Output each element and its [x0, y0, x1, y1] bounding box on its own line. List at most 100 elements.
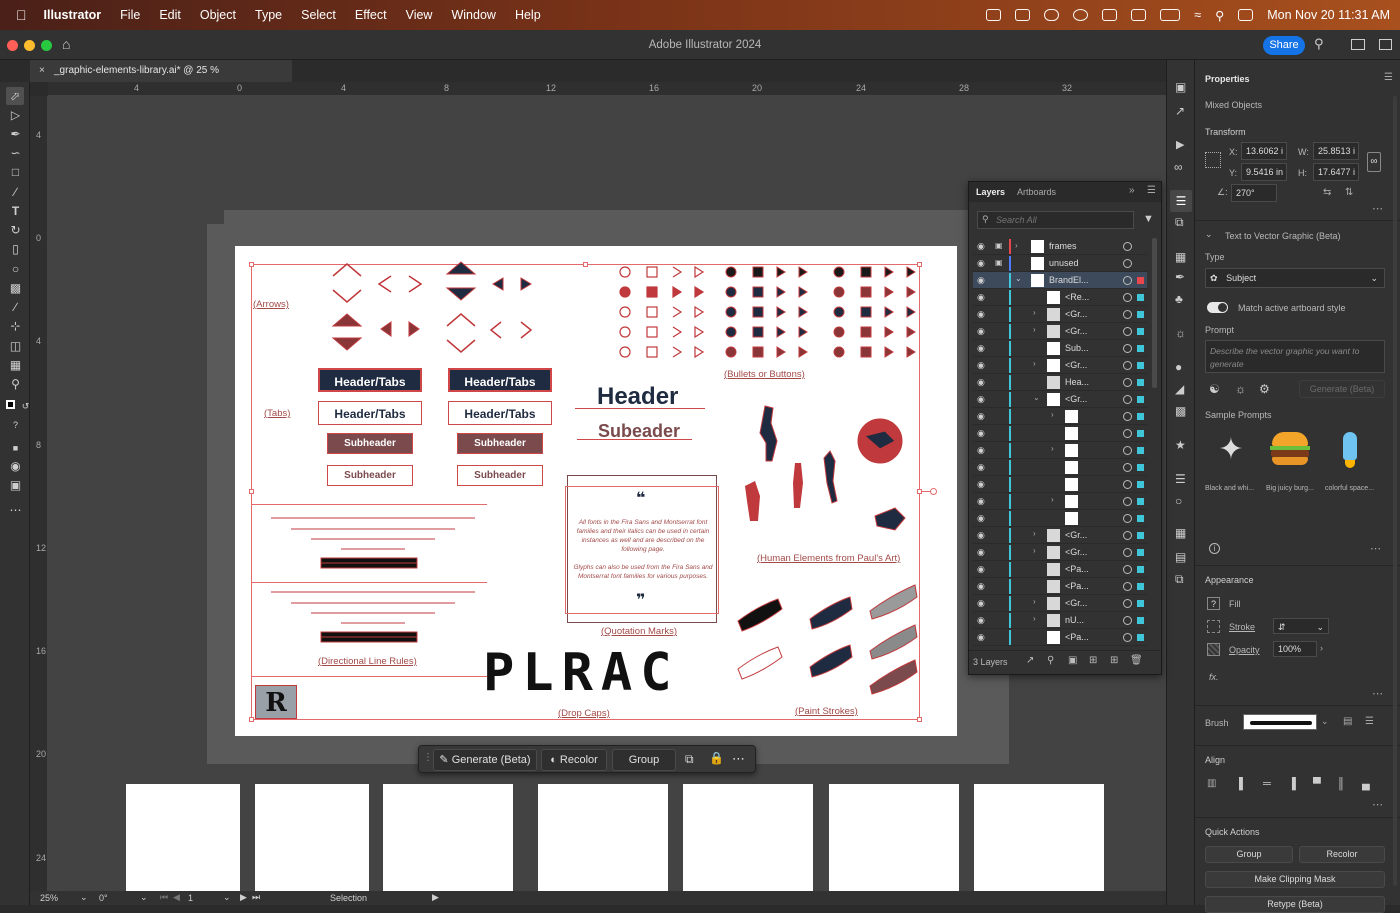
menu-effect[interactable]: Effect — [355, 8, 387, 22]
artboard-thumb-1[interactable] — [126, 784, 240, 891]
human-figures-graphic[interactable] — [735, 401, 925, 546]
sublayer-row[interactable]: ◉ <Pa... — [973, 629, 1147, 646]
main-artboard[interactable]: (Arrows) (Tabs) (Bullets or Buttons) (Hu… — [235, 246, 957, 736]
menu-help[interactable]: Help — [515, 8, 541, 22]
visibility-eye-icon[interactable]: ◉ — [977, 462, 987, 472]
sublayer-row[interactable]: ◉ — [973, 425, 1147, 442]
sublayer-name[interactable]: <Gr... — [1065, 530, 1087, 540]
brush-options-icon[interactable]: ▤ — [1343, 716, 1352, 727]
bbox-handle[interactable] — [249, 489, 254, 494]
selection-indicator[interactable] — [1137, 328, 1144, 335]
sublayer-row[interactable]: ◉ — [973, 510, 1147, 527]
fill-swatch-icon[interactable]: ? — [1207, 597, 1220, 610]
locate-object-icon[interactable]: ⚲ — [1047, 655, 1054, 666]
status-icon-6[interactable] — [1131, 9, 1147, 21]
sublayer-name[interactable]: <Gr... — [1065, 309, 1087, 319]
appearance-icon[interactable]: ★ — [1175, 438, 1186, 452]
layer-row-frames[interactable]: ◉ ▣ › frames — [973, 238, 1147, 255]
selection-indicator[interactable] — [1137, 515, 1144, 522]
clock[interactable]: Mon Nov 20 11:31 AM — [1267, 8, 1390, 22]
align-icon[interactable]: ▤ — [1175, 550, 1186, 564]
properties-title[interactable]: Properties — [1205, 74, 1250, 84]
arrange-icon[interactable]: ⧉ — [685, 752, 694, 767]
artboard-thumb-3[interactable] — [383, 784, 513, 891]
opacity-field[interactable]: 100% — [1273, 641, 1317, 657]
more-options-icon[interactable]: ⋯ — [732, 751, 745, 767]
menu-object[interactable]: Object — [200, 8, 236, 22]
status-icon-2[interactable] — [1015, 9, 1031, 21]
align-h-center-icon[interactable]: ═ — [1263, 778, 1271, 790]
match-style-toggle[interactable] — [1207, 302, 1228, 313]
layer-name[interactable]: BrandEl... — [1049, 275, 1089, 285]
links-panel-icon[interactable]: ∞ — [1174, 160, 1183, 174]
collapse-panel-icon[interactable]: » — [1129, 185, 1135, 196]
artboard-thumb-4[interactable] — [538, 784, 668, 891]
default-colors-icon[interactable]: ? — [9, 419, 22, 432]
sublayer-row[interactable]: ◉ › <Gr... — [973, 595, 1147, 612]
eraser-tool-icon[interactable]: ▯ — [9, 243, 22, 256]
effects-icon[interactable]: ☼ — [1235, 382, 1246, 396]
visibility-eye-icon[interactable]: ◉ — [977, 496, 987, 506]
big-header-text[interactable]: Header — [597, 383, 678, 411]
symbols-icon[interactable]: ♣ — [1175, 292, 1183, 306]
selection-indicator[interactable] — [1137, 430, 1144, 437]
visibility-eye-icon[interactable]: ◉ — [977, 479, 987, 489]
selection-indicator[interactable] — [1137, 583, 1144, 590]
layer-row-brandelements[interactable]: ◉ ⌄ BrandEl... — [973, 272, 1147, 289]
paint-strokes-graphic[interactable] — [730, 581, 925, 701]
sublayer-row[interactable]: ◉ › <Gr... — [973, 544, 1147, 561]
pen-tool-icon[interactable]: ✒ — [9, 128, 22, 141]
visibility-eye-icon[interactable]: ◉ — [977, 377, 987, 387]
target-circle-icon[interactable] — [1123, 412, 1132, 421]
stroke-swatch-icon[interactable] — [1207, 620, 1220, 633]
sublayer-row[interactable]: ◉ — [973, 459, 1147, 476]
stroke-weight-field[interactable]: ⇵ ⌄ — [1273, 618, 1329, 634]
color-icon[interactable]: ☼ — [1175, 326, 1186, 340]
sublayer-row[interactable]: ◉ › nU... — [973, 612, 1147, 629]
rotation-dropdown-icon[interactable]: ⌄ — [140, 892, 148, 903]
target-circle-icon[interactable] — [1123, 310, 1132, 319]
eyedropper-tool-icon[interactable]: ∕ — [9, 301, 22, 314]
sublayer-name[interactable]: <Gr... — [1065, 394, 1087, 404]
subheader-tab-outline[interactable]: Subheader — [327, 465, 413, 486]
lock-icon[interactable]: ▣ — [995, 241, 1003, 250]
type-tool-icon[interactable]: T — [9, 205, 22, 218]
layers-search-box[interactable]: ⚲ — [977, 211, 1134, 229]
visibility-eye-icon[interactable]: ◉ — [977, 241, 987, 251]
target-circle-icon[interactable] — [1123, 242, 1132, 251]
sublayer-row[interactable]: ◉ ⌄ <Gr... — [973, 391, 1147, 408]
sublayer-row[interactable]: ◉ <Pa... — [973, 578, 1147, 595]
selection-indicator[interactable] — [1137, 379, 1144, 386]
visibility-eye-icon[interactable]: ◉ — [977, 564, 987, 574]
prev-artboard-icon[interactable]: ◀ — [173, 892, 180, 903]
stroke-icon[interactable]: ○ — [1175, 494, 1182, 508]
selection-indicator[interactable] — [1137, 549, 1144, 556]
selection-tool-icon[interactable]: ⬀ — [6, 87, 24, 105]
stroke-dropdown-icon[interactable]: ⌄ — [1316, 619, 1324, 635]
bbox-handle[interactable] — [583, 262, 588, 267]
visibility-eye-icon[interactable]: ◉ — [977, 258, 987, 268]
height-field[interactable]: 17.6477 i — [1313, 163, 1359, 181]
opacity-label[interactable]: Opacity — [1229, 645, 1260, 655]
align-to-icon[interactable]: ▥ — [1207, 778, 1216, 789]
target-circle-icon[interactable] — [1123, 480, 1132, 489]
tab-layers[interactable]: Layers — [976, 187, 1005, 197]
align-more-icon[interactable]: ⋯ — [1372, 798, 1383, 811]
visibility-eye-icon[interactable]: ◉ — [977, 547, 987, 557]
sublayer-name[interactable]: <Pa... — [1065, 632, 1089, 642]
new-layer-icon[interactable]: ⊞ — [1110, 655, 1118, 666]
workspace-switcher-icon[interactable] — [1351, 39, 1365, 50]
sublayer-row[interactable]: ◉ › — [973, 493, 1147, 510]
constrain-proportions-icon[interactable]: ∞ — [1367, 152, 1381, 172]
selection-indicator[interactable] — [1137, 464, 1144, 471]
target-circle-icon[interactable] — [1123, 497, 1132, 506]
quick-action-recolor-button[interactable]: Recolor — [1299, 846, 1385, 863]
align-v-center-icon[interactable]: ║ — [1337, 778, 1345, 790]
target-circle-icon[interactable] — [1123, 344, 1132, 353]
expand-arrow-icon[interactable]: › — [1033, 529, 1036, 538]
libraries-icon[interactable]: ▦ — [1175, 250, 1186, 264]
target-circle-icon[interactable] — [1123, 531, 1132, 540]
subheader-tab-filled[interactable]: Subheader — [327, 433, 413, 454]
target-circle-icon[interactable] — [1123, 514, 1132, 523]
actions-panel-icon[interactable]: ▶ — [1176, 138, 1184, 151]
